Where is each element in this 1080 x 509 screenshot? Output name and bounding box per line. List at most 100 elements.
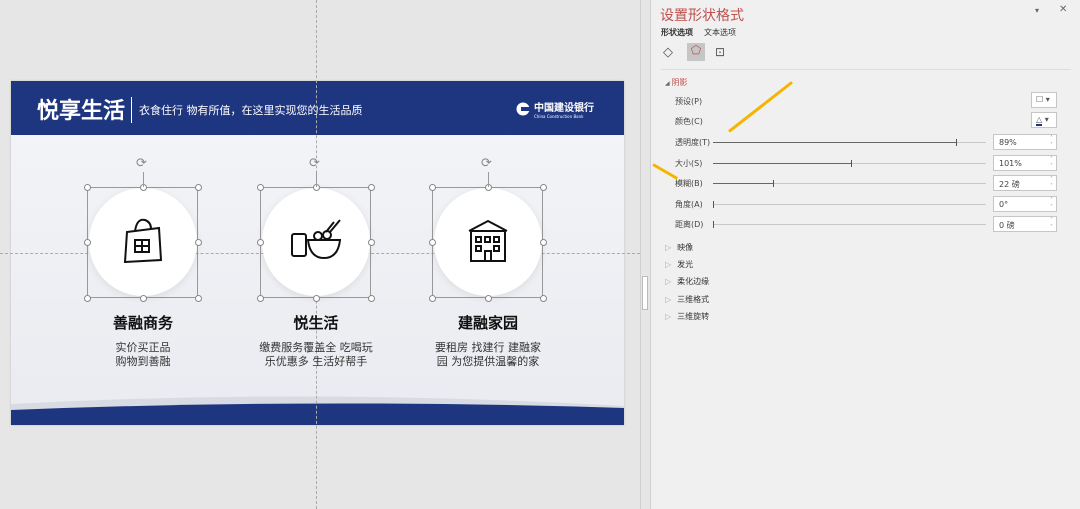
preset-dropdown[interactable]: ☐ ▾ xyxy=(1031,92,1057,108)
size-properties-icon[interactable]: ⊡ xyxy=(715,45,725,59)
resize-handle[interactable] xyxy=(195,239,202,246)
expand-triangle-icon: ▷ xyxy=(665,260,672,270)
rotate-stem xyxy=(143,172,144,187)
scrollbar-thumb[interactable] xyxy=(642,276,648,310)
shadow-row-label: 大小(S) xyxy=(675,158,703,168)
shadow-slider[interactable] xyxy=(713,159,986,167)
slider-knob[interactable] xyxy=(773,180,775,187)
card-desc-line2: 园 为您提供温馨的家 xyxy=(436,355,540,368)
close-icon[interactable]: ✕ xyxy=(1059,4,1067,15)
spin-arrows-icon[interactable]: ˄ ˅ xyxy=(1050,135,1053,149)
rotate-stem xyxy=(488,172,489,187)
shadow-slider[interactable] xyxy=(713,200,986,208)
spinbox-value: 89% xyxy=(999,138,1017,147)
resize-handle[interactable] xyxy=(540,239,547,246)
rotate-handle-icon[interactable]: ⟳ xyxy=(481,156,492,171)
expand-triangle-icon: ▷ xyxy=(665,243,672,252)
resize-handle[interactable] xyxy=(368,295,375,302)
section-label: 发光 xyxy=(677,260,694,270)
spin-arrows-icon[interactable]: ˄ ˅ xyxy=(1050,156,1053,170)
fill-line-icon[interactable]: ◇ xyxy=(663,45,673,60)
format-shape-panel: 设置形状格式 ▾ ✕ 形状选项 文本选项 ◇ ⬠ ⊡ ◢ 阴影 预设(P) ☐ … xyxy=(650,0,1080,509)
shadow-spinbox[interactable]: 0° ˄ ˅ xyxy=(993,195,1057,212)
spinbox-value: 22 磅 xyxy=(999,180,1020,189)
header-band: 悦享生活 衣食住行 物有所值，在这里实现您的生活品质 中国建设银行 China C… xyxy=(11,81,624,135)
vertical-scrollbar[interactable] xyxy=(640,0,650,509)
card-desc-line2: 乐优惠多 生活好帮手 xyxy=(264,355,368,368)
section-collapsed[interactable]: ▷ 三维旋转 xyxy=(665,311,709,322)
resize-handle[interactable] xyxy=(313,295,320,302)
card-title: 建融家园 xyxy=(457,314,518,332)
tab-text-options[interactable]: 文本选项 xyxy=(704,27,736,38)
shadow-row-label: 透明度(T) xyxy=(675,138,711,147)
ccb-logo-icon xyxy=(516,102,530,116)
spin-arrows-icon[interactable]: ˄ ˅ xyxy=(1050,176,1053,190)
spin-arrows-icon[interactable]: ˄ ˅ xyxy=(1050,197,1053,211)
resize-handle[interactable] xyxy=(257,295,264,302)
slide-title: 悦享生活 xyxy=(37,99,126,124)
effects-icon[interactable]: ⬠ xyxy=(687,43,705,61)
resize-handle[interactable] xyxy=(257,184,264,191)
spin-arrows-icon[interactable]: ˄ ˅ xyxy=(1050,217,1053,231)
card-desc-line2: 购物到善融 xyxy=(115,355,171,368)
shadow-spinbox[interactable]: 0 磅 ˄ ˅ xyxy=(993,216,1057,232)
section-label: 映像 xyxy=(677,243,694,252)
rotate-handle-icon[interactable]: ⟳ xyxy=(136,156,147,171)
divider xyxy=(661,69,1071,70)
tab-shape-options[interactable]: 形状选项 xyxy=(661,27,693,38)
color-dropdown[interactable]: △ ▾ xyxy=(1031,112,1057,128)
shadow-row-label: 角度(A) xyxy=(675,199,703,209)
resize-handle[interactable] xyxy=(84,184,91,191)
slider-knob[interactable] xyxy=(955,139,957,146)
shadow-slider[interactable] xyxy=(713,221,986,228)
resize-handle[interactable] xyxy=(195,184,202,191)
slider-knob[interactable] xyxy=(713,221,714,228)
card-desc-line1: 实价买正品 xyxy=(115,341,171,354)
expand-triangle-icon: ▷ xyxy=(665,277,672,287)
expand-triangle-icon: ▷ xyxy=(665,311,672,321)
ccb-logo: 中国建设银行 China Construction Bank xyxy=(516,99,594,119)
resize-handle[interactable] xyxy=(84,239,91,246)
icon-circle[interactable] xyxy=(262,188,370,296)
slider-knob[interactable] xyxy=(713,200,714,208)
section-collapsed[interactable]: ▷ 三维格式 xyxy=(665,294,709,305)
rotate-handle-icon[interactable]: ⟳ xyxy=(309,156,320,171)
shadow-slider[interactable] xyxy=(713,180,986,187)
resize-handle[interactable] xyxy=(257,239,264,246)
resize-handle[interactable] xyxy=(540,295,547,302)
shadow-row-label: 距离(D) xyxy=(675,220,704,229)
food-bowl-icon xyxy=(288,218,344,266)
spinbox-value: 0 磅 xyxy=(999,221,1015,230)
icon-circle[interactable] xyxy=(89,188,197,296)
resize-handle[interactable] xyxy=(429,184,436,191)
slider-knob[interactable] xyxy=(850,159,852,167)
spinbox-value: 101% xyxy=(999,158,1022,168)
slide-canvas: 悦享生活 衣食住行 物有所值，在这里实现您的生活品质 中国建设银行 China C… xyxy=(0,0,640,509)
section-collapsed[interactable]: ▷ 柔化边缘 xyxy=(665,276,709,287)
shadow-slider[interactable] xyxy=(713,139,986,146)
section-shadow[interactable]: ◢ 阴影 xyxy=(665,77,688,88)
panel-menu-chevron-icon[interactable]: ▾ xyxy=(1035,6,1039,15)
section-label: 柔化边缘 xyxy=(677,277,710,287)
resize-handle[interactable] xyxy=(368,239,375,246)
resize-handle[interactable] xyxy=(429,239,436,246)
section-collapsed[interactable]: ▷ 发光 xyxy=(665,259,693,270)
bottom-wave xyxy=(11,396,624,425)
resize-handle[interactable] xyxy=(84,295,91,302)
preset-label: 预设(P) xyxy=(675,97,703,106)
resize-handle[interactable] xyxy=(140,295,147,302)
resize-handle[interactable] xyxy=(540,184,547,191)
shadow-spinbox[interactable]: 101% ˄ ˅ xyxy=(993,154,1057,171)
resize-handle[interactable] xyxy=(368,184,375,191)
section-collapsed[interactable]: ▷ 映像 xyxy=(665,242,693,253)
resize-handle[interactable] xyxy=(195,295,202,302)
shadow-spinbox[interactable]: 89% ˄ ˅ xyxy=(993,134,1057,150)
resize-handle[interactable] xyxy=(429,295,436,302)
card-title: 善融商务 xyxy=(112,314,173,332)
card-desc-line1: 要租房 找建行 建融家 xyxy=(435,341,541,354)
resize-handle[interactable] xyxy=(485,295,492,302)
spinbox-value: 0° xyxy=(999,199,1009,209)
shadow-spinbox[interactable]: 22 磅 ˄ ˅ xyxy=(993,175,1057,191)
icon-circle[interactable] xyxy=(434,188,542,296)
slide-subtitle: 衣食住行 物有所值，在这里实现您的生活品质 xyxy=(139,104,363,117)
